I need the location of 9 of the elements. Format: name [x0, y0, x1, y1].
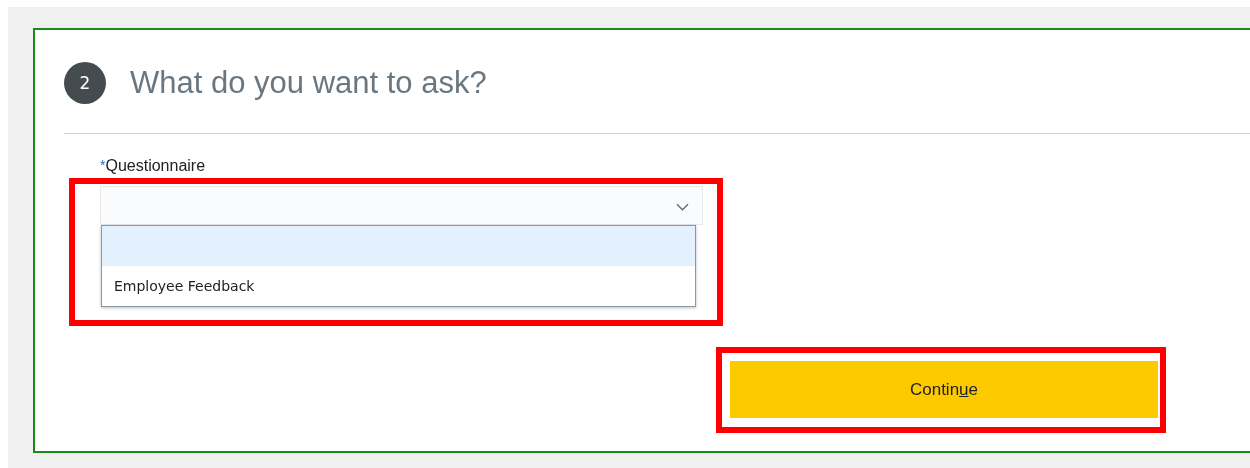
step-title: What do you want to ask? [130, 64, 487, 101]
continue-button[interactable]: Continue [730, 361, 1158, 418]
field-label: Questionnaire [105, 157, 206, 174]
dropdown-option[interactable] [102, 226, 695, 266]
dropdown-option[interactable]: Employee Feedback [102, 266, 695, 306]
questionnaire-select[interactable] [100, 186, 703, 225]
chevron-down-icon [676, 203, 689, 211]
step-number: 2 [64, 61, 106, 104]
required-asterisk: * [100, 157, 106, 173]
